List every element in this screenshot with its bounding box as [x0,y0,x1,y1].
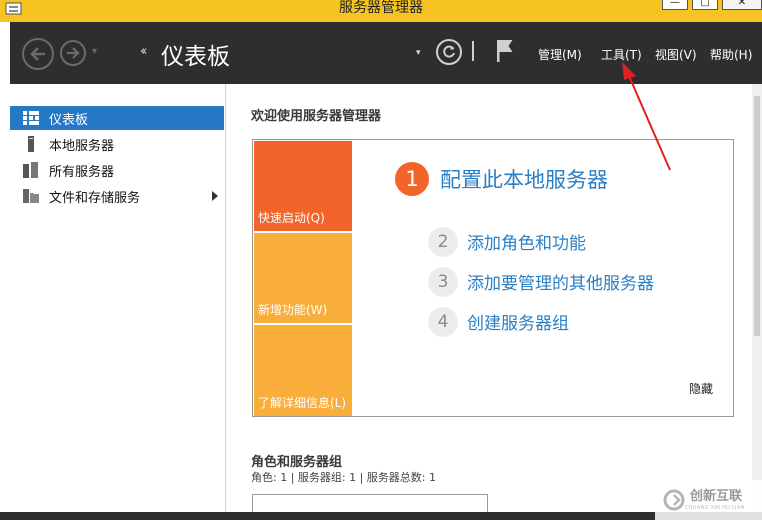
vertical-scrollbar[interactable] [752,84,762,512]
roles-summary: 角色: 1 | 服务器组: 1 | 服务器总数: 1 [251,471,437,484]
step-number-badge: 2 [428,227,458,257]
expand-arrow-icon[interactable] [212,191,218,201]
sidebar-item-label: 本地服务器 [49,138,115,154]
sidebar-item-file-storage[interactable]: 文件和存储服务 [10,184,224,208]
watermark: 创新互联 CHUANG XIN HU LIAN [655,480,762,520]
title-bar: 服务器管理器 — □ ✕ [0,0,762,22]
sidebar-item-local-server[interactable]: 本地服务器 [10,132,224,156]
sidebar-item-all-servers[interactable]: 所有服务器 [10,158,224,182]
tile-label: 快速启动(Q) [258,211,325,225]
menu-view[interactable]: 视图(V) [655,46,697,63]
close-button[interactable]: ✕ [722,0,762,10]
welcome-panel: 快速启动(Q) 新增功能(W) 了解详细信息(L) 1 配置此本地服务器 2 添… [252,139,734,417]
step-number-badge: 1 [395,162,429,196]
tile-quick-start[interactable]: 快速启动(Q) [254,141,352,231]
notifications-flag-icon[interactable] [496,39,514,63]
step-number-badge: 3 [428,267,458,297]
refresh-button[interactable] [436,39,462,65]
window-controls: — □ ✕ [662,0,762,10]
history-dropdown-icon[interactable]: ▾ [92,46,97,57]
forward-button[interactable] [60,40,86,66]
back-button[interactable] [22,38,54,70]
tile-label: 了解详细信息(L) [258,396,347,410]
add-roles-features-link[interactable]: 添加角色和功能 [467,229,586,254]
welcome-heading: 欢迎使用服务器管理器 [251,109,382,124]
watermark-subtext: CHUANG XIN HU LIAN [685,504,745,511]
create-server-group-link[interactable]: 创建服务器组 [467,309,569,334]
arrow-left-icon [30,47,45,61]
header-separator [472,41,474,61]
tile-label: 新增功能(W) [258,303,328,317]
sidebar-item-dashboard[interactable]: 仪表板 [10,106,224,130]
window-title: 服务器管理器 [339,0,423,16]
header-bar: ▾ ‹‹ 仪表板 ▾ 管理(M) 工具(T) 视图(V) 帮助(H) [10,22,762,84]
hide-welcome-link[interactable]: 隐藏 [689,380,713,397]
menu-manage[interactable]: 管理(M) [538,46,582,63]
folder-storage-icon [23,188,39,204]
scrollbar-thumb[interactable] [754,96,760,336]
sidebar-item-label: 文件和存储服务 [49,190,141,206]
maximize-button[interactable]: □ [692,0,718,10]
refresh-dropdown-icon[interactable]: ▾ [416,48,421,58]
menu-tools[interactable]: 工具(T) [601,46,642,63]
arrow-right-icon [67,47,80,59]
tile-learn-more[interactable]: 了解详细信息(L) [254,325,352,416]
watermark-logo-icon [663,489,685,511]
sidebar-item-label: 所有服务器 [49,164,115,180]
server-icon [23,136,39,152]
step-number-badge: 4 [428,307,458,337]
roles-heading: 角色和服务器组 [251,455,343,470]
breadcrumb-title: 仪表板 [161,44,230,70]
refresh-icon [443,45,455,58]
minimize-button[interactable]: — [662,0,688,10]
main-content: 欢迎使用服务器管理器 快速启动(Q) 新增功能(W) 了解详细信息(L) 1 配… [227,84,762,514]
menu-help[interactable]: 帮助(H) [710,46,752,63]
sidebar-item-label: 仪表板 [49,112,89,128]
configure-local-server-link[interactable]: 配置此本地服务器 [440,164,608,194]
tile-whats-new[interactable]: 新增功能(W) [254,233,352,323]
servers-icon [23,162,39,178]
add-other-servers-link[interactable]: 添加要管理的其他服务器 [467,269,654,294]
breadcrumb-chevron-icon: ‹‹ [140,44,148,59]
role-tile[interactable] [252,494,488,514]
navigation-sidebar: 仪表板 本地服务器 所有服务器 文件和存储服务 [10,84,226,512]
watermark-text: 创新互联 [690,488,743,504]
bottom-edge [0,512,762,520]
dashboard-icon [23,110,39,126]
